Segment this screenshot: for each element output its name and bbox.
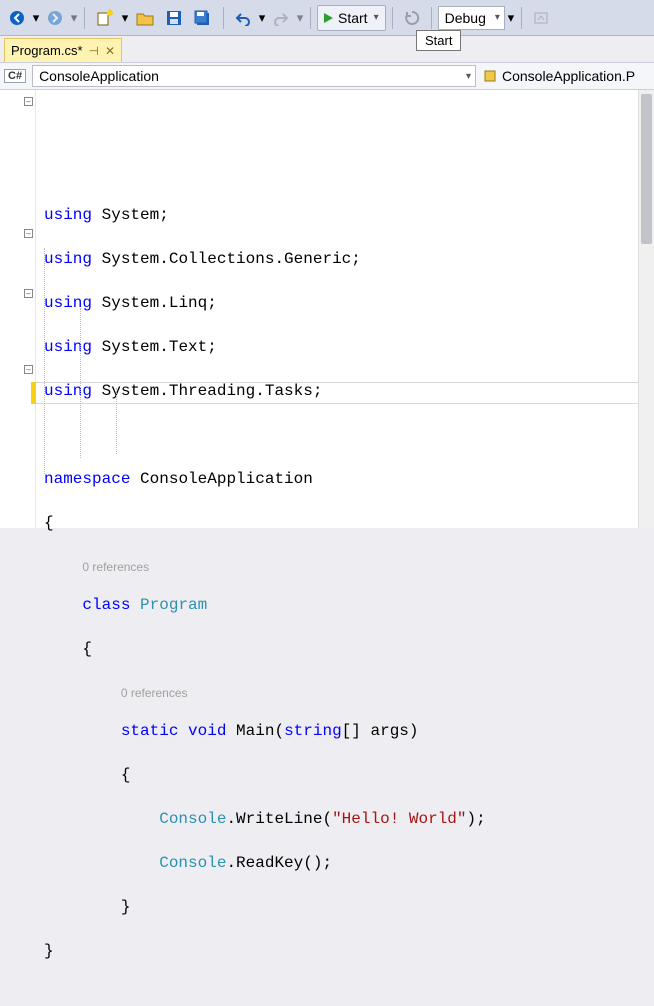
save-all-button[interactable]: [189, 5, 217, 31]
outline-toggle-icon[interactable]: –: [24, 229, 33, 238]
lang-badge: C#: [4, 69, 26, 83]
separator: [84, 7, 85, 29]
code-area[interactable]: using System; using System.Collections.G…: [36, 90, 638, 528]
scope-selector-right[interactable]: ConsoleApplication.P: [482, 68, 650, 84]
nav-back-dropdown[interactable]: ▾: [32, 5, 40, 31]
play-icon: [322, 12, 334, 24]
separator: [223, 7, 224, 29]
document-tabs: Program.cs* ⊣ ✕: [0, 36, 654, 62]
indent-guide: [116, 388, 117, 454]
undo-button[interactable]: [230, 5, 256, 31]
pin-icon[interactable]: ⊣: [89, 44, 99, 58]
separator: [392, 7, 393, 29]
config-selector[interactable]: Debug: [438, 6, 505, 30]
editor-gutter[interactable]: – – – –: [0, 90, 36, 528]
step-button[interactable]: [528, 5, 554, 31]
scope-left-value: ConsoleApplication: [39, 68, 159, 84]
scope-right-value: ConsoleApplication.P: [502, 68, 635, 84]
nav-back-button[interactable]: [4, 5, 30, 31]
indent-guide: [44, 248, 45, 474]
new-project-dropdown[interactable]: ▾: [121, 5, 129, 31]
new-project-button[interactable]: [91, 5, 119, 31]
close-icon[interactable]: ✕: [105, 44, 115, 58]
nav-forward-button[interactable]: [42, 5, 68, 31]
tab-title: Program.cs*: [11, 43, 83, 58]
scope-selector-left[interactable]: ConsoleApplication: [32, 65, 476, 87]
indent-guide: [80, 308, 81, 458]
start-debug-button[interactable]: Start ▾: [317, 5, 386, 31]
save-button[interactable]: [161, 5, 187, 31]
start-label: Start: [338, 10, 368, 26]
restart-button[interactable]: [399, 5, 425, 31]
config-more-dropdown[interactable]: ▾: [507, 5, 515, 31]
redo-dropdown[interactable]: ▾: [296, 5, 304, 31]
separator: [431, 7, 432, 29]
vertical-scrollbar[interactable]: [638, 90, 654, 528]
code-editor[interactable]: – – – – using System; using System.Colle…: [0, 90, 654, 528]
class-icon: [482, 68, 498, 84]
code-nav-bar: C# ConsoleApplication ConsoleApplication…: [0, 62, 654, 90]
outline-toggle-icon[interactable]: –: [24, 97, 33, 106]
separator: [310, 7, 311, 29]
undo-dropdown[interactable]: ▾: [258, 5, 266, 31]
tab-program-cs[interactable]: Program.cs* ⊣ ✕: [4, 38, 122, 62]
main-toolbar: ▾ ▾ ▾ ▾ ▾ Start ▾ Debug ▾: [0, 0, 654, 36]
outline-toggle-icon[interactable]: –: [24, 365, 33, 374]
scrollbar-thumb[interactable]: [641, 94, 652, 244]
current-line-highlight: [36, 382, 638, 404]
open-file-button[interactable]: [131, 5, 159, 31]
separator: [521, 7, 522, 29]
redo-button[interactable]: [268, 5, 294, 31]
start-tooltip: Start: [416, 30, 461, 51]
config-value: Debug: [445, 10, 486, 26]
outline-toggle-icon[interactable]: –: [24, 289, 33, 298]
nav-forward-dropdown[interactable]: ▾: [70, 5, 78, 31]
